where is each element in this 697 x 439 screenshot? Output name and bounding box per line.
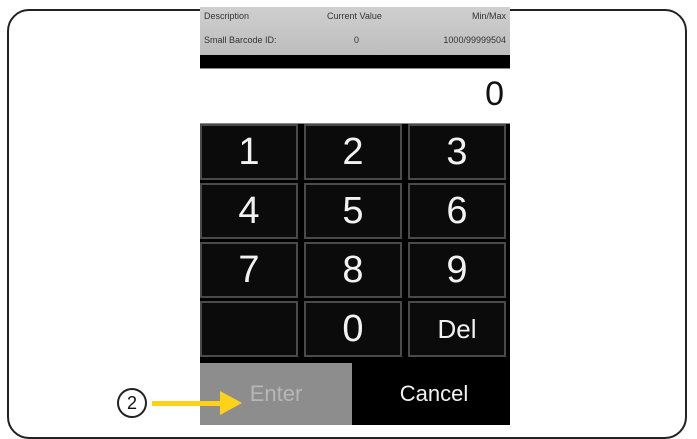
callout-number: 2 xyxy=(117,388,147,418)
key-0[interactable]: 0 xyxy=(304,301,402,357)
key-1[interactable]: 1 xyxy=(200,124,298,180)
key-2[interactable]: 2 xyxy=(304,124,402,180)
field-label: Small Barcode ID: xyxy=(204,35,277,45)
key-7[interactable]: 7 xyxy=(200,242,298,298)
key-6[interactable]: 6 xyxy=(408,183,506,239)
current-value: 0 xyxy=(354,35,360,45)
key-3[interactable]: 3 xyxy=(408,124,506,180)
key-4[interactable]: 4 xyxy=(200,183,298,239)
arrow-head-icon xyxy=(220,391,242,415)
cancel-button[interactable]: Cancel xyxy=(358,363,510,425)
key-8[interactable]: 8 xyxy=(304,242,402,298)
key-blank xyxy=(200,301,298,357)
entry-display: 0 xyxy=(200,68,510,124)
minmax-header: Min/Max xyxy=(471,11,506,21)
info-header: Description Current Value Min/Max Small … xyxy=(200,7,510,55)
callout-arrow-icon xyxy=(152,401,222,406)
delete-key[interactable]: Del xyxy=(408,301,506,357)
key-5[interactable]: 5 xyxy=(304,183,402,239)
current-value-header: Current Value xyxy=(327,11,382,21)
key-9[interactable]: 9 xyxy=(408,242,506,298)
description-header: Description xyxy=(204,11,250,21)
minmax-value: 1000/99999504 xyxy=(443,35,506,45)
keypad-screen: Description Current Value Min/Max Small … xyxy=(200,7,510,425)
entry-value: 0 xyxy=(485,75,504,113)
